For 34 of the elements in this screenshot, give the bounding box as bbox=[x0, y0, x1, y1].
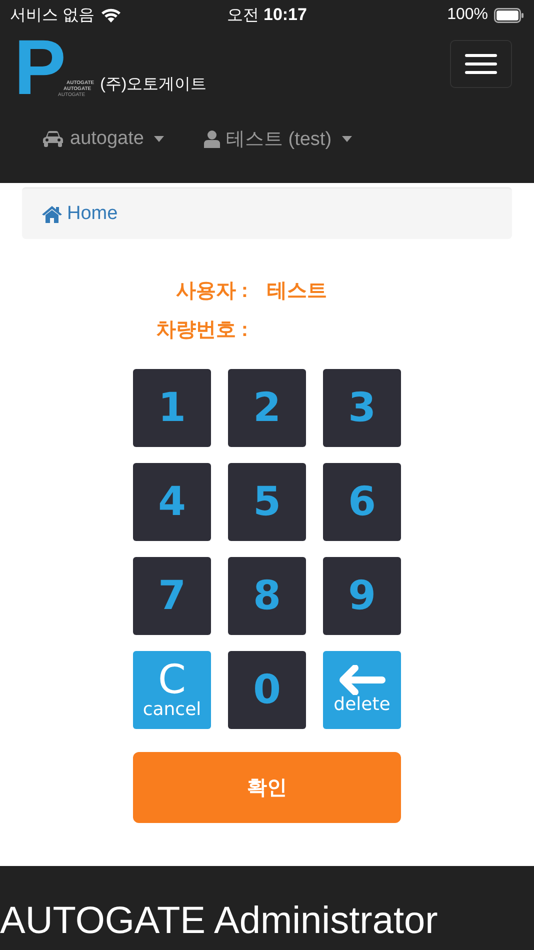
brand-name[interactable]: (주)오토게이트 bbox=[100, 74, 207, 95]
field-label: 사용자 : bbox=[174, 279, 248, 304]
digit-key[interactable]: 5 bbox=[228, 463, 306, 541]
caret-icon bbox=[154, 136, 164, 142]
clock: 오전 10:17 bbox=[227, 4, 307, 26]
left-arrow-icon bbox=[338, 665, 386, 695]
battery-icon bbox=[494, 8, 524, 22]
wifi-icon bbox=[100, 7, 122, 23]
car-icon bbox=[42, 130, 64, 148]
confirm-button[interactable]: 확인 bbox=[133, 752, 401, 823]
home-link[interactable]: Home bbox=[42, 203, 118, 225]
caret-icon bbox=[342, 136, 352, 142]
dropdown-menu[interactable]: 테스트 (test) bbox=[204, 126, 352, 152]
battery-text: 100% bbox=[447, 6, 488, 24]
digit-key[interactable]: 4 bbox=[133, 463, 211, 541]
menu-icon bbox=[465, 54, 497, 74]
user-icon bbox=[204, 130, 220, 148]
menu-button[interactable] bbox=[450, 40, 512, 88]
delete-key[interactable]: delete bbox=[323, 651, 401, 729]
digit-key[interactable]: 8 bbox=[228, 557, 306, 635]
field-label: 차량번호 : bbox=[154, 318, 248, 343]
field-value: 테스트 bbox=[267, 279, 327, 304]
dropdown-menu[interactable]: autogate bbox=[42, 126, 164, 152]
cancel-key[interactable]: C cancel bbox=[133, 651, 211, 729]
carrier-text: 서비스 없음 bbox=[10, 6, 94, 26]
digit-key[interactable]: 3 bbox=[323, 369, 401, 447]
digit-key[interactable]: 9 bbox=[323, 557, 401, 635]
digit-key[interactable]: 2 bbox=[228, 369, 306, 447]
digit-key[interactable]: 1 bbox=[133, 369, 211, 447]
digit-key[interactable]: 6 bbox=[323, 463, 401, 541]
footer-title: AUTOGATE Administrator bbox=[0, 900, 439, 943]
home-icon bbox=[42, 206, 62, 222]
digit-key[interactable]: 0 bbox=[228, 651, 306, 729]
digit-key[interactable]: 7 bbox=[133, 557, 211, 635]
